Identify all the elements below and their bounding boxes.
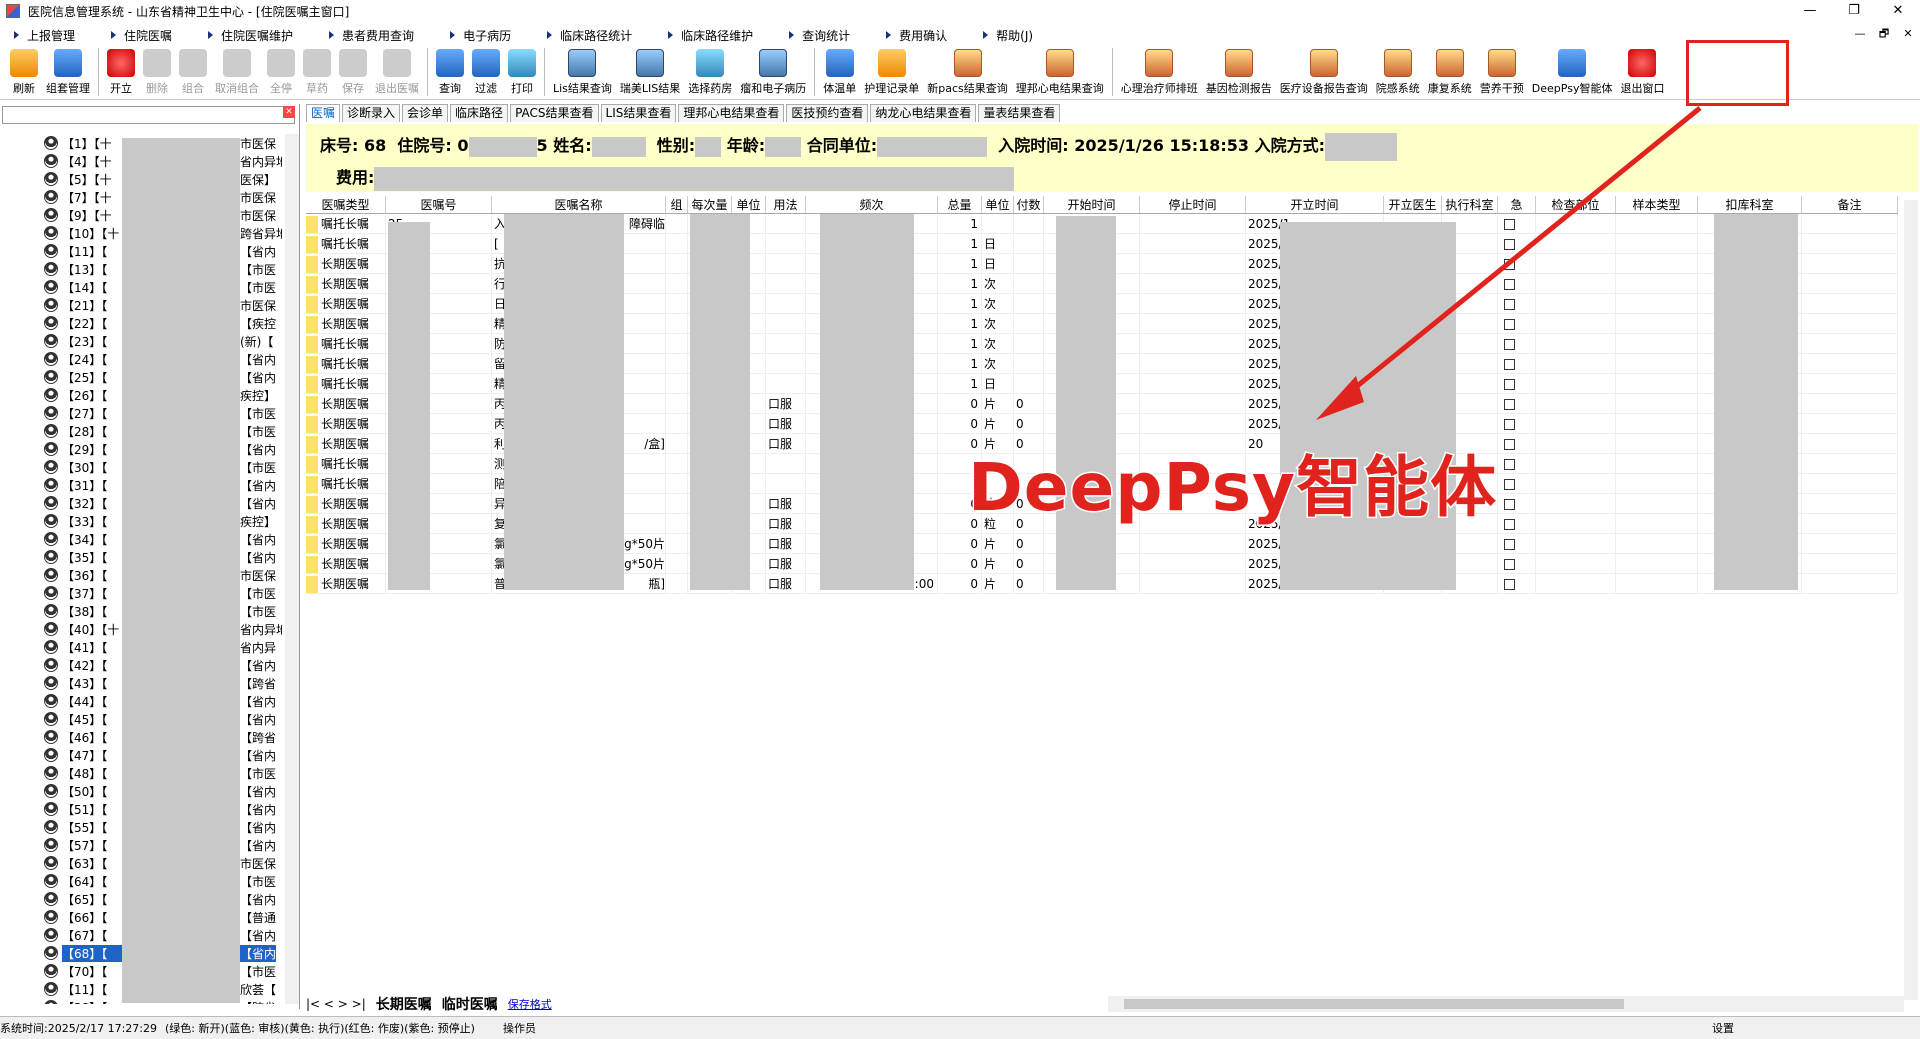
tab-temporary-orders[interactable]: 临时医嘱 [442, 994, 498, 1014]
grid-vertical-scrollbar[interactable] [1904, 200, 1918, 1000]
settings-label[interactable]: 设置 [1712, 1020, 1734, 1036]
save-format-link[interactable]: 保存格式 [508, 996, 552, 1012]
annotation-label: DeepPsy智能体 [966, 448, 1498, 528]
operator-label: 操作员 [502, 1022, 536, 1035]
bottom-tabs: |< < > >| 长期医嘱 临时医嘱 保存格式 [306, 994, 552, 1014]
status-bar: 系统时间:2025/2/17 17:27:29 (绿色: 新开)(蓝色: 审核)… [0, 1016, 1920, 1039]
system-time: 系统时间:2025/2/17 17:27:29 [0, 1022, 158, 1035]
page-nav[interactable]: |< < > >| [306, 997, 366, 1011]
scroll-thumb[interactable] [1124, 999, 1624, 1009]
annotation-arrow [1316, 106, 1702, 420]
tab-long-term-orders[interactable]: 长期医嘱 [376, 994, 432, 1014]
color-legend: (绿色: 新开)(蓝色: 审核)(黄色: 执行)(红色: 作废)(紫色: 预停止… [165, 1022, 475, 1035]
grid-horizontal-scrollbar[interactable] [1108, 996, 1904, 1012]
